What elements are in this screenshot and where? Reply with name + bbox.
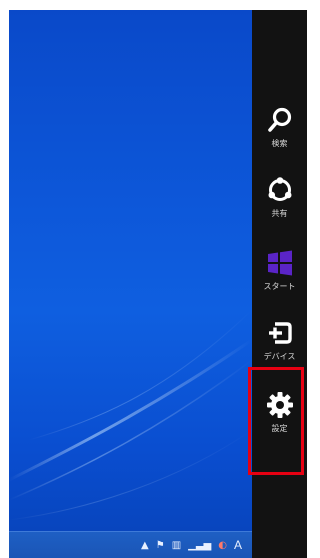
- show-hidden-icons-icon[interactable]: ▲: [141, 540, 149, 551]
- devices-icon: [268, 322, 292, 344]
- search-icon: [267, 107, 291, 132]
- ime-mode-indicator[interactable]: A: [234, 538, 242, 552]
- signal-icon[interactable]: ▁▃▅: [188, 540, 211, 551]
- wallpaper-light-streaks: [9, 309, 252, 521]
- charm-settings-label: 設定: [271, 424, 288, 433]
- screen: ▲ ⚑ ▥ ▁▃▅ ◐ A 検索 共有 スタート デバイス 設定: [0, 0, 307, 558]
- desktop-background: ▲ ⚑ ▥ ▁▃▅ ◐ A: [9, 10, 252, 558]
- system-tray: ▲ ⚑ ▥ ▁▃▅ ◐ A: [141, 532, 242, 558]
- charm-search[interactable]: 検索: [252, 105, 307, 149]
- charm-start[interactable]: スタート: [252, 248, 307, 292]
- share-icon: [268, 177, 291, 201]
- charm-devices[interactable]: デバイス: [252, 318, 307, 362]
- volume-icon[interactable]: ◐: [218, 540, 227, 551]
- charms-bar: 検索 共有 スタート デバイス 設定: [252, 10, 307, 558]
- windows-logo-icon: [267, 250, 292, 276]
- charm-share-label: 共有: [271, 209, 288, 218]
- gear-icon: [266, 392, 293, 418]
- flag-icon[interactable]: ⚑: [156, 540, 165, 551]
- charm-devices-label: デバイス: [263, 352, 296, 361]
- network-icon[interactable]: ▥: [172, 540, 181, 551]
- charm-start-label: スタート: [263, 282, 296, 291]
- charm-search-label: 検索: [271, 139, 288, 148]
- charm-share[interactable]: 共有: [252, 175, 307, 219]
- taskbar: ▲ ⚑ ▥ ▁▃▅ ◐ A: [9, 531, 252, 558]
- charm-settings[interactable]: 設定: [252, 390, 307, 434]
